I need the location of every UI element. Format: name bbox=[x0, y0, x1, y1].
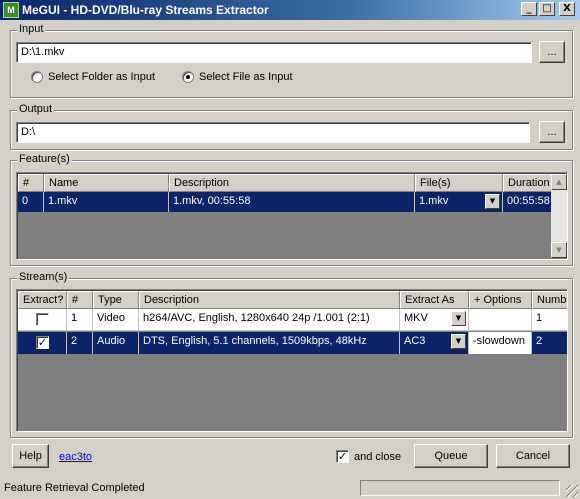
output-browse-button[interactable]: ... bbox=[539, 121, 565, 143]
dropdown-arrow-icon[interactable]: ▼ bbox=[485, 194, 500, 209]
window-title: MeGUI - HD-DVD/Blu-ray Streams Extractor bbox=[22, 3, 269, 17]
status-text: Feature Retrieval Completed bbox=[4, 482, 145, 494]
stream-row[interactable]: ✓ 2 Audio DTS, English, 5.1 channels, 15… bbox=[18, 332, 567, 354]
features-scrollbar[interactable]: ▲ ▼ bbox=[551, 174, 567, 258]
app-icon: M bbox=[3, 2, 19, 18]
radio-select-folder[interactable]: Select Folder as Input bbox=[31, 71, 155, 83]
stream-extract-cell bbox=[18, 309, 67, 330]
feature-description: 1.mkv, 00:55:58 bbox=[169, 192, 415, 212]
streams-col-type[interactable]: Type bbox=[93, 291, 139, 309]
streams-extractor-window: M MeGUI - HD-DVD/Blu-ray Streams Extract… bbox=[0, 0, 580, 499]
stream-options-field[interactable] bbox=[469, 309, 532, 330]
input-path-field[interactable]: D:\1.mkv bbox=[16, 42, 532, 63]
close-button[interactable]: X bbox=[559, 2, 575, 16]
features-col-name[interactable]: Name bbox=[44, 174, 169, 192]
streams-col-extract-as[interactable]: Extract As bbox=[400, 291, 469, 309]
radio-file-indicator[interactable] bbox=[182, 71, 194, 83]
stream-extract-cell: ✓ bbox=[18, 332, 67, 354]
streams-col-options[interactable]: + Options bbox=[469, 291, 532, 309]
stream-row[interactable]: 1 Video h264/AVC, English, 1280x640 24p … bbox=[18, 309, 567, 331]
features-col-duration[interactable]: Duration bbox=[503, 174, 552, 192]
feature-name: 1.mkv bbox=[44, 192, 169, 212]
stream-extract-as-combo[interactable]: AC3 ▼ bbox=[400, 332, 469, 354]
and-close-option[interactable]: ✓ and close bbox=[336, 450, 401, 463]
feature-row[interactable]: 0 1.mkv 1.mkv, 00:55:58 1.mkv ▼ 00:55:58 bbox=[18, 192, 551, 212]
feature-duration: 00:55:58 bbox=[507, 195, 550, 207]
streams-group-label: Stream(s) bbox=[17, 271, 70, 283]
queue-button[interactable]: Queue bbox=[414, 444, 488, 468]
stream-extract-as-combo[interactable]: MKV ▼ bbox=[400, 309, 469, 330]
stream-number: 1 bbox=[67, 309, 93, 330]
features-header: # Name Description File(s) Duration bbox=[18, 174, 552, 192]
stream-extract-checkbox[interactable] bbox=[36, 313, 49, 326]
features-col-files[interactable]: File(s) bbox=[415, 174, 503, 192]
stream-number-extra: 1 bbox=[532, 309, 567, 330]
eac3to-link[interactable]: eac3to bbox=[59, 451, 92, 463]
radio-select-file[interactable]: Select File as Input bbox=[182, 71, 293, 83]
streams-list[interactable]: Extract? # Type Description Extract As +… bbox=[16, 289, 568, 432]
minimize-button[interactable]: _ bbox=[521, 2, 537, 16]
and-close-label: and close bbox=[354, 450, 402, 463]
feature-files-value: 1.mkv bbox=[419, 195, 449, 207]
input-group: Input bbox=[10, 23, 573, 98]
feature-files-combo[interactable]: 1.mkv ▼ bbox=[415, 192, 503, 212]
features-list[interactable]: # Name Description File(s) Duration 0 1.… bbox=[16, 172, 568, 260]
and-close-checkbox[interactable]: ✓ bbox=[336, 450, 349, 463]
streams-header: Extract? # Type Description Extract As +… bbox=[18, 291, 567, 309]
input-browse-button[interactable]: ... bbox=[539, 41, 565, 63]
title-bar[interactable]: M MeGUI - HD-DVD/Blu-ray Streams Extract… bbox=[0, 0, 580, 20]
scroll-down-icon[interactable]: ▼ bbox=[551, 242, 567, 258]
stream-description: h264/AVC, English, 1280x640 24p /1.001 (… bbox=[139, 309, 400, 330]
radio-folder-indicator[interactable] bbox=[31, 71, 43, 83]
scroll-up-icon[interactable]: ▲ bbox=[551, 174, 567, 190]
progress-bar bbox=[360, 480, 560, 496]
radio-folder-label: Select Folder as Input bbox=[48, 71, 156, 83]
features-group-label: Feature(s) bbox=[17, 153, 72, 165]
stream-number: 2 bbox=[67, 332, 93, 354]
stream-extract-checkbox[interactable]: ✓ bbox=[36, 336, 49, 349]
stream-number-extra: 2 bbox=[532, 332, 567, 354]
status-bar: Feature Retrieval Completed bbox=[0, 477, 580, 499]
radio-file-label: Select File as Input bbox=[199, 71, 293, 83]
features-col-number[interactable]: # bbox=[18, 174, 44, 192]
streams-col-description[interactable]: Description bbox=[139, 291, 400, 309]
cancel-button[interactable]: Cancel bbox=[496, 444, 570, 468]
resize-grip-icon[interactable] bbox=[566, 485, 578, 497]
feature-number: 0 bbox=[18, 192, 44, 212]
streams-col-number[interactable]: # bbox=[67, 291, 93, 309]
streams-col-extract[interactable]: Extract? bbox=[18, 291, 67, 309]
help-button[interactable]: Help bbox=[12, 444, 49, 468]
dropdown-arrow-icon[interactable]: ▼ bbox=[451, 311, 466, 326]
features-col-description[interactable]: Description bbox=[169, 174, 415, 192]
dropdown-arrow-icon[interactable]: ▼ bbox=[451, 334, 466, 349]
streams-col-number-extra[interactable]: Numbe bbox=[532, 291, 567, 309]
stream-type: Video bbox=[93, 309, 139, 330]
output-group-label: Output bbox=[17, 103, 55, 115]
output-path-field[interactable]: D:\ bbox=[16, 122, 530, 143]
stream-type: Audio bbox=[93, 332, 139, 354]
maximize-button[interactable]: □ bbox=[539, 2, 555, 16]
stream-description: DTS, English, 5.1 channels, 1509kbps, 48… bbox=[139, 332, 400, 354]
stream-extract-as-value: AC3 bbox=[404, 335, 426, 347]
stream-options-field[interactable]: -slowdown bbox=[469, 332, 532, 354]
stream-extract-as-value: MKV bbox=[404, 312, 428, 324]
input-group-label: Input bbox=[17, 23, 46, 35]
